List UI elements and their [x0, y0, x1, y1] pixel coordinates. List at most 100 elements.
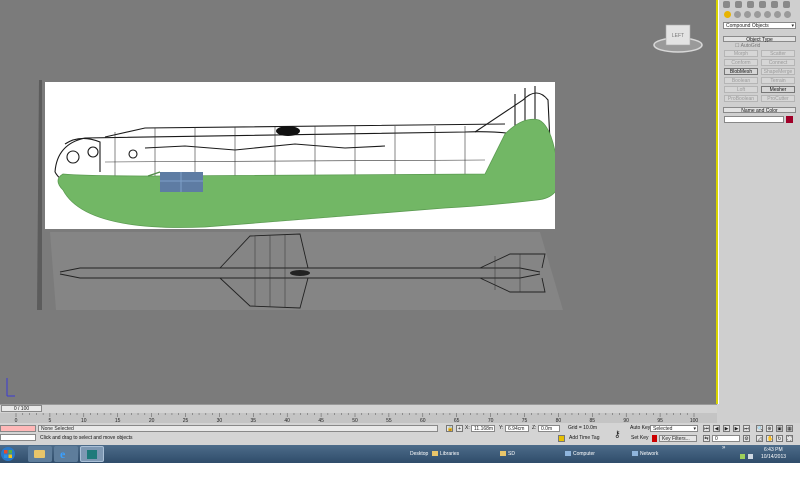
- network-icon: [632, 451, 638, 456]
- object-type-button-conform[interactable]: Conform: [724, 59, 758, 66]
- spacewarps-icon[interactable]: [774, 11, 781, 18]
- viewcube[interactable]: LEFT: [652, 22, 704, 54]
- play-icon[interactable]: ▶: [723, 425, 730, 432]
- z-coordinate-field[interactable]: 0.0m: [538, 425, 560, 432]
- previous-frame-icon[interactable]: ◀: [713, 425, 720, 432]
- selected-dropdown[interactable]: Selected ▾: [650, 425, 698, 432]
- hierarchy-tab-icon[interactable]: [747, 1, 754, 8]
- desktop-toolbar-label[interactable]: Desktop: [410, 445, 428, 463]
- display-tab-icon[interactable]: [771, 1, 778, 8]
- maximize-viewport-icon[interactable]: ⛶: [786, 435, 793, 442]
- category-dropdown[interactable]: Compound Objects ▾: [723, 22, 796, 29]
- reference-plane-front[interactable]: [33, 80, 47, 310]
- prompt-line: Click and drag to select and move object…: [40, 435, 133, 441]
- zoom-all-icon[interactable]: ⊕: [766, 425, 773, 432]
- lock-selection-icon[interactable]: 🔒: [446, 425, 453, 432]
- grid-size-readout: Grid = 10.0m: [568, 425, 598, 431]
- auto-key-button[interactable]: Auto Key: [630, 425, 650, 432]
- autogrid-label: AutoGrid: [740, 43, 761, 49]
- go-to-start-icon[interactable]: ⏮: [703, 425, 710, 432]
- name-and-color-rollout-header[interactable]: Name and Color: [723, 107, 796, 114]
- viewport-active-border: [716, 0, 718, 404]
- reference-plane-side[interactable]: [45, 82, 560, 229]
- add-time-tag[interactable]: Add Time Tag: [569, 435, 599, 442]
- create-tab-icon[interactable]: [723, 1, 730, 8]
- cameras-icon[interactable]: [754, 11, 761, 18]
- computer-icon: [565, 451, 571, 456]
- libraries-link[interactable]: Libraries: [440, 445, 459, 463]
- motion-tab-icon[interactable]: [759, 1, 766, 8]
- command-panel: Compound Objects ▾ Object Type ☐ AutoGri…: [719, 0, 800, 404]
- libraries-folder-icon: [432, 451, 438, 456]
- time-config-icon[interactable]: ⚙: [743, 435, 750, 442]
- object-type-rollout-header[interactable]: Object Type: [723, 36, 796, 43]
- object-type-button-shapemerge[interactable]: ShapeMerge: [761, 68, 795, 75]
- tray-volume-icon[interactable]: [748, 454, 753, 459]
- status-bar: None Selected Click and drag to select a…: [0, 423, 800, 445]
- clock-date[interactable]: 10/14/2013: [761, 454, 786, 460]
- category-dropdown-value: Compound Objects: [726, 23, 769, 29]
- systems-icon[interactable]: [784, 11, 791, 18]
- object-type-button-blobmesh[interactable]: BlobMesh: [724, 68, 758, 75]
- object-type-button-proboolean[interactable]: ProBoolean: [724, 95, 758, 102]
- autogrid-checkbox[interactable]: ☐ AutoGrid: [735, 43, 760, 49]
- object-type-button-scatter[interactable]: Scatter: [761, 50, 795, 57]
- maxscript-listener[interactable]: [0, 425, 36, 432]
- y-label: Y:: [499, 425, 504, 431]
- selection-status: None Selected: [38, 425, 438, 432]
- modify-tab-icon[interactable]: [735, 1, 742, 8]
- key-icon[interactable]: ⚷: [614, 429, 621, 440]
- object-type-button-mesher[interactable]: Mesher: [761, 86, 795, 93]
- object-type-button-loft[interactable]: Loft: [724, 86, 758, 93]
- chevron-down-icon: ▾: [791, 23, 794, 29]
- set-key-color-icon: [652, 435, 657, 442]
- geometry-icon[interactable]: [724, 11, 731, 18]
- absolute-mode-icon[interactable]: +: [456, 425, 463, 432]
- object-name-field[interactable]: [724, 116, 784, 123]
- selected-dropdown-value: Selected: [653, 426, 673, 432]
- 3dsmax-taskbar-button[interactable]: [80, 446, 104, 462]
- key-filters-button[interactable]: Key Filters...: [659, 435, 697, 442]
- computer-link[interactable]: Computer: [573, 445, 595, 463]
- windows-taskbar: e Desktop Libraries SD Computer Network …: [0, 445, 800, 463]
- explorer-taskbar-button[interactable]: [28, 446, 52, 462]
- start-button-icon[interactable]: [1, 446, 15, 462]
- tray-network-icon[interactable]: [740, 454, 745, 459]
- time-slider-handle[interactable]: 0 / 100: [1, 405, 42, 412]
- utilities-tab-icon[interactable]: [783, 1, 790, 8]
- object-type-button-boolean[interactable]: Boolean: [724, 77, 758, 84]
- pan-icon[interactable]: ✋: [766, 435, 773, 442]
- object-type-button-connect[interactable]: Connect: [761, 59, 795, 66]
- key-mode-icon[interactable]: ⇆: [703, 435, 710, 442]
- reference-plane-top[interactable]: [50, 232, 563, 310]
- next-frame-icon[interactable]: ▶: [733, 425, 740, 432]
- object-type-button-terrain[interactable]: Terrain: [761, 77, 795, 84]
- go-to-end-icon[interactable]: ⏭: [743, 425, 750, 432]
- lights-icon[interactable]: [744, 11, 751, 18]
- object-type-button-procutter[interactable]: ProCutter: [761, 95, 795, 102]
- y-coordinate-field[interactable]: 6.94cm: [505, 425, 529, 432]
- set-key-button[interactable]: Set Key: [631, 435, 649, 442]
- time-tag-icon[interactable]: [558, 435, 565, 442]
- sd-link[interactable]: SD: [508, 445, 515, 463]
- object-type-button-morph[interactable]: Morph: [724, 50, 758, 57]
- x-coordinate-field[interactable]: 11.168m: [471, 425, 495, 432]
- 3dsmax-icon: [87, 450, 97, 459]
- object-color-swatch[interactable]: [786, 116, 793, 123]
- network-link[interactable]: Network: [640, 445, 658, 463]
- clock-time[interactable]: 6:43 PM: [764, 447, 783, 453]
- orbit-icon[interactable]: ↻: [776, 435, 783, 442]
- zoom-extents-icon[interactable]: ▣: [776, 425, 783, 432]
- helpers-icon[interactable]: [764, 11, 771, 18]
- chevron-down-icon: ▾: [693, 426, 696, 432]
- zoom-extents-all-icon[interactable]: ▦: [786, 425, 793, 432]
- maxscript-mini-input[interactable]: [0, 434, 36, 441]
- axis-tripod-icon: [6, 378, 15, 397]
- field-of-view-icon[interactable]: ◿: [756, 435, 763, 442]
- zoom-icon[interactable]: 🔍: [756, 425, 763, 432]
- current-frame-field[interactable]: 0: [712, 435, 740, 442]
- shapes-icon[interactable]: [734, 11, 741, 18]
- z-label: Z:: [532, 425, 537, 431]
- tray-expand-icon[interactable]: »: [722, 445, 725, 451]
- ie-taskbar-button[interactable]: e: [54, 446, 78, 462]
